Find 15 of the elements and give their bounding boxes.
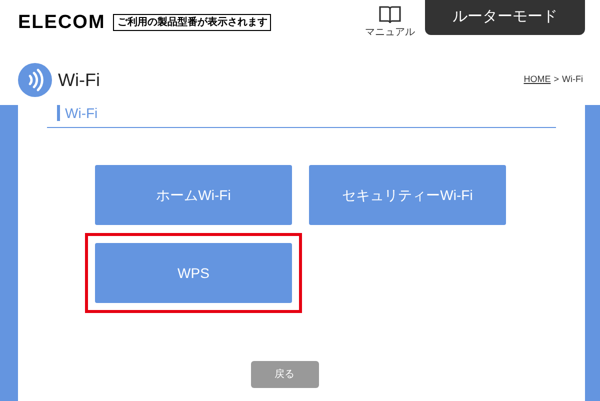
menu-button[interactable]: セキュリティーWi-Fi [309,165,506,225]
menu-button[interactable]: WPS [95,243,292,303]
menu-button[interactable]: ホームWi-Fi [95,165,292,225]
breadcrumb-current: Wi-Fi [562,73,583,86]
book-icon [378,5,402,25]
back-button[interactable]: 戻る [250,361,318,388]
home-link[interactable]: HOME [524,73,551,87]
wifi-icon [18,63,52,97]
logo: ELECOM [18,13,106,32]
model-notice: ご利用の製品型番が表示されます [113,14,272,31]
breadcrumb-separator: > [554,73,559,86]
manual-link[interactable]: マニュアル [365,5,415,39]
page-title: Wi-Fi [58,68,100,92]
section-heading: Wi-Fi [57,105,98,121]
router-mode-button[interactable]: ルーターモード [425,0,585,35]
